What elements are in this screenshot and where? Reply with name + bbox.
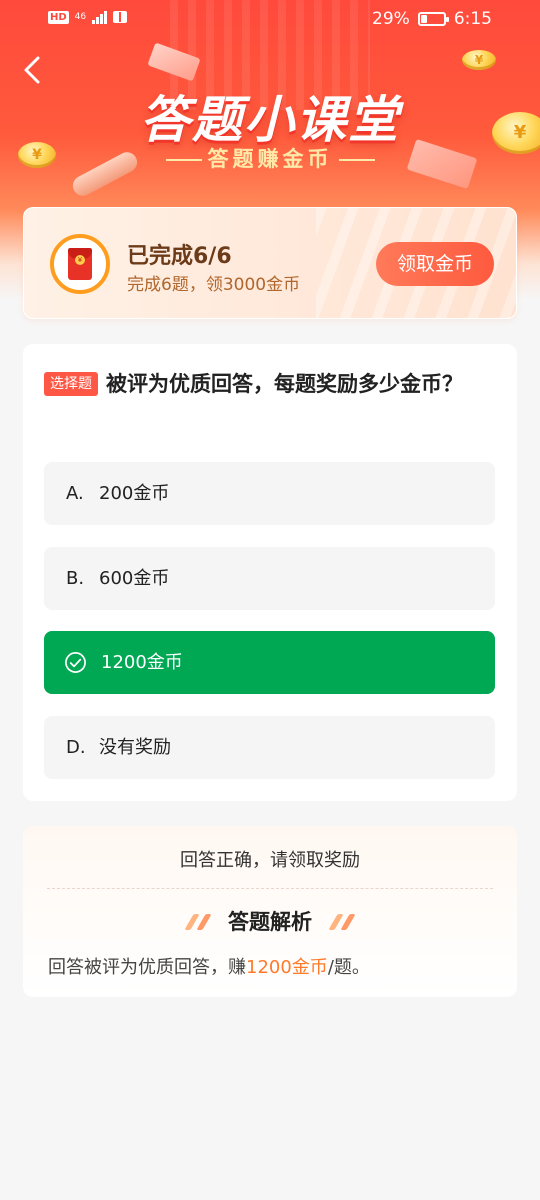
option-b[interactable]: B. 600金币 bbox=[44, 547, 495, 610]
question-text: 选择题 被评为优质回答，每题奖励多少金币？ bbox=[44, 366, 484, 402]
answer-result: 回答正确，请领取奖励 bbox=[180, 850, 360, 871]
network-type: 46 bbox=[74, 11, 87, 22]
analysis-text-before: 回答被评为优质回答，赚 bbox=[48, 957, 246, 978]
dashed-divider bbox=[47, 888, 493, 889]
battery-icon bbox=[417, 12, 449, 26]
option-letter: D. bbox=[66, 737, 86, 758]
reward-card: ¥ 已完成6/6 完成6题，领3000金币 领取金币 bbox=[23, 207, 517, 319]
analysis-title: 答题解析 bbox=[228, 910, 312, 934]
signal-icon bbox=[92, 10, 108, 24]
divider-line bbox=[165, 159, 202, 161]
option-text: 600金币 bbox=[99, 568, 170, 589]
question-body: 被评为优质回答，每题奖励多少金币？ bbox=[106, 372, 463, 396]
reader-app-icon bbox=[113, 11, 128, 23]
option-text: 没有奖励 bbox=[99, 737, 171, 758]
red-packet-badge: ¥ bbox=[50, 234, 110, 294]
slash-decoration-icon bbox=[328, 910, 356, 934]
question-card: 选择题 被评为优质回答，每题奖励多少金币？ A. 200金币 B. 600金币 1… bbox=[23, 344, 517, 801]
analysis-text: 回答被评为优质回答，赚1200金币/题。 bbox=[48, 953, 370, 979]
hd-badge: HD bbox=[48, 10, 69, 24]
option-letter: B. bbox=[66, 568, 85, 589]
option-text: 1200金币 bbox=[101, 652, 183, 673]
question-type-tag: 选择题 bbox=[44, 372, 98, 396]
page-title: 答题小课堂 bbox=[140, 91, 400, 149]
option-c-correct[interactable]: 1200金币 bbox=[44, 631, 495, 694]
coin-decoration-icon: ¥ bbox=[462, 50, 496, 70]
progress-title: 已完成6/6 bbox=[127, 244, 232, 269]
option-text: 200金币 bbox=[99, 483, 170, 504]
option-d[interactable]: D. 没有奖励 bbox=[44, 716, 495, 779]
analysis-highlight: 1200金币 bbox=[246, 957, 328, 978]
analysis-heading: 答题解析 bbox=[23, 906, 517, 936]
option-a[interactable]: A. 200金币 bbox=[44, 462, 495, 525]
check-circle-icon bbox=[65, 652, 86, 673]
option-letter: A. bbox=[66, 483, 84, 504]
red-packet-icon: ¥ bbox=[68, 248, 92, 280]
divider-line bbox=[338, 159, 375, 161]
claim-coins-button[interactable]: 领取金币 bbox=[376, 242, 494, 286]
page-subtitle: 答题赚金币 bbox=[207, 147, 333, 171]
page-subtitle-wrap: 答题赚金币 bbox=[0, 143, 540, 173]
battery-percent: 29% bbox=[372, 9, 410, 29]
status-bar: HD 46 29% 6:15 bbox=[0, 0, 540, 40]
analysis-text-after: /题。 bbox=[327, 957, 370, 978]
coin-symbol: ¥ bbox=[75, 255, 85, 265]
analysis-card: 回答正确，请领取奖励 答题解析 回答被评为优质回答，赚1200金币/题。 bbox=[23, 826, 517, 997]
reward-description: 完成6题，领3000金币 bbox=[127, 275, 301, 295]
clock: 6:15 bbox=[453, 9, 492, 29]
slash-decoration-icon bbox=[184, 910, 212, 934]
